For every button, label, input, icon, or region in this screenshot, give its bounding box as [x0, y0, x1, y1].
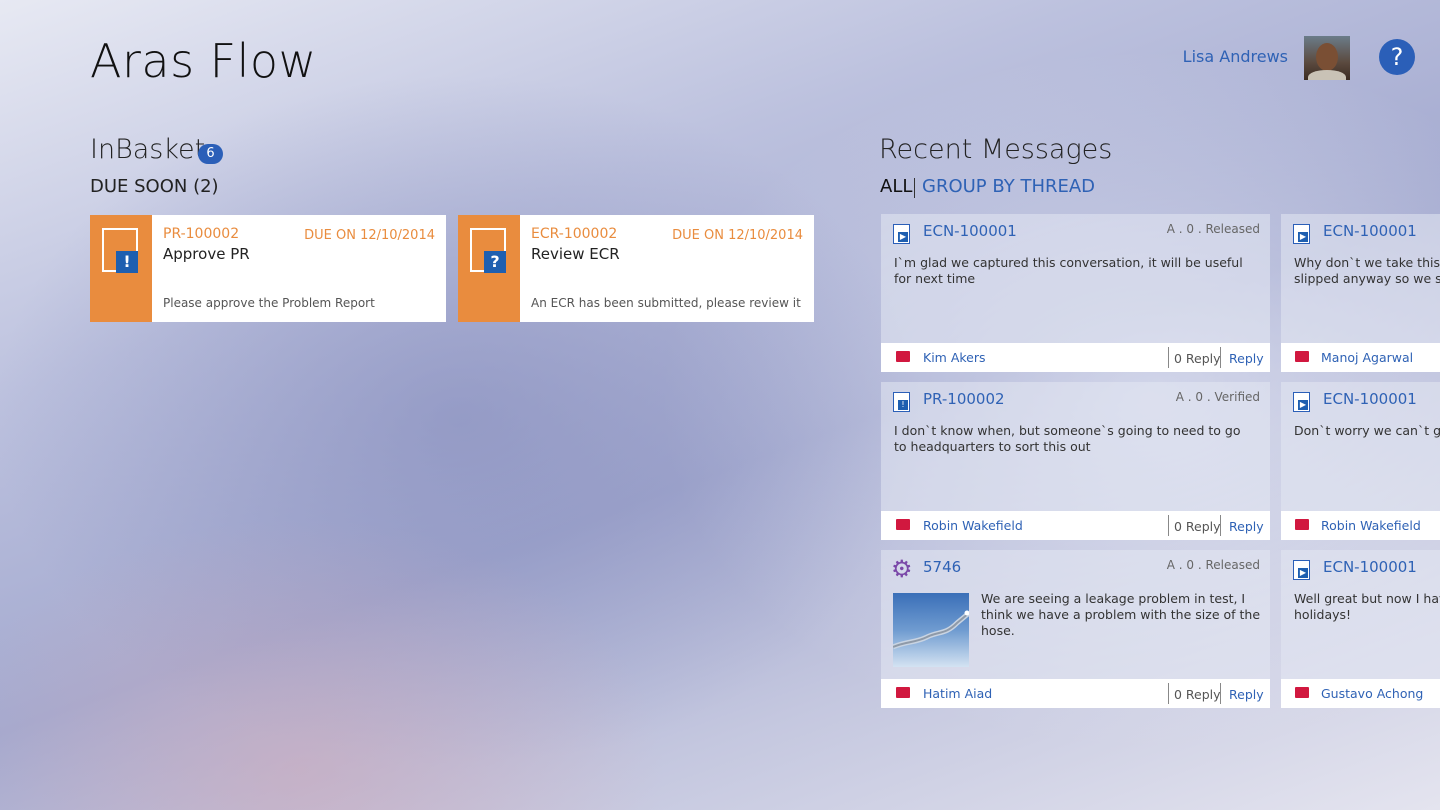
message-footer: Robin Wakefield 0 Reply Reply	[881, 511, 1270, 540]
divider	[1168, 515, 1169, 536]
message-author[interactable]: Robin Wakefield	[923, 518, 1023, 533]
message-text: I don`t know when, but someone`s going t…	[894, 423, 1241, 454]
alert-icon: !	[116, 251, 138, 273]
task-card[interactable]: ! PR-100002 DUE ON 12/10/2014 Approve PR…	[90, 215, 446, 322]
message-item-id[interactable]: ECN-100001	[1323, 222, 1417, 240]
message-footer: Robin Wakefield	[1281, 511, 1440, 540]
gear-icon: ⚙	[891, 555, 913, 583]
divider	[1168, 683, 1169, 704]
message-text-line: slipped anyway so we shou	[1294, 271, 1440, 286]
document-icon: !	[893, 392, 910, 412]
message-status: A . 0 . Verified	[1175, 390, 1260, 404]
message-text-line: Don`t worry we can`t get th	[1294, 423, 1440, 438]
task-card[interactable]: ? ECR-100002 DUE ON 12/10/2014 Review EC…	[458, 215, 814, 322]
due-soon-header: DUE SOON (2)	[90, 176, 219, 197]
filter-all[interactable]: ALL	[880, 176, 912, 197]
reply-button[interactable]: Reply	[1229, 519, 1264, 534]
document-icon: ▶	[1293, 392, 1310, 412]
task-side-bar: ?	[458, 215, 520, 322]
comment-icon	[896, 687, 910, 698]
task-id: PR-100002	[163, 226, 240, 242]
inbasket-count-badge: 6	[198, 144, 223, 164]
task-id: ECR-100002	[531, 226, 618, 242]
message-card[interactable]: ⚙ 5746 A . 0 . Released We are seeing a …	[881, 550, 1270, 708]
message-card[interactable]: ! PR-100002 A . 0 . Verified I don`t kno…	[881, 382, 1270, 540]
inbasket-title[interactable]: InBasket	[90, 134, 205, 165]
message-item-id[interactable]: PR-100002	[923, 390, 1005, 408]
message-card[interactable]: ▶ ECN-100001 Don`t worry we can`t get th…	[1281, 382, 1440, 540]
message-text: We are seeing a leakage problem in test,…	[981, 591, 1261, 638]
message-card[interactable]: ▶ ECN-100001 Well great but now I have t…	[1281, 550, 1440, 708]
task-due-date: DUE ON 12/10/2014	[304, 228, 435, 243]
avatar[interactable]	[1304, 36, 1350, 80]
comment-icon	[896, 519, 910, 530]
document-icon: ▶	[1293, 560, 1310, 580]
message-item-id[interactable]: ECN-100001	[923, 222, 1017, 240]
message-text: I`m glad we captured this conversation, …	[894, 255, 1243, 286]
message-text: Why don`t we take this offli slipped any…	[1294, 255, 1440, 287]
recent-messages-title: Recent Messages	[879, 134, 1113, 165]
divider	[1168, 347, 1169, 368]
play-icon: ▶	[1298, 400, 1308, 410]
message-text: Don`t worry we can`t get th	[1294, 423, 1440, 439]
reply-button[interactable]: Reply	[1229, 687, 1264, 702]
comment-icon	[1295, 687, 1309, 698]
divider	[1220, 515, 1221, 536]
message-text: Well great but now I have t holidays!	[1294, 591, 1440, 623]
message-author[interactable]: Hatim Aiad	[923, 686, 992, 701]
message-author[interactable]: Kim Akers	[923, 350, 986, 365]
play-icon: ▶	[1298, 568, 1308, 578]
message-footer: Gustavo Achong	[1281, 679, 1440, 708]
graph-thumbnail-image	[893, 610, 969, 650]
task-description: Please approve the Problem Report	[163, 296, 375, 310]
message-item-id[interactable]: 5746	[923, 558, 961, 576]
user-name[interactable]: Lisa Andrews	[1178, 47, 1288, 66]
message-author[interactable]: Manoj Agarwal	[1321, 350, 1413, 365]
document-icon: ▶	[893, 224, 910, 244]
task-name: Review ECR	[531, 245, 620, 263]
message-status: A . 0 . Released	[1166, 558, 1260, 572]
reply-count: 0 Reply	[1174, 351, 1221, 366]
app-title: Aras Flow	[90, 34, 317, 88]
message-footer: Kim Akers 0 Reply Reply	[881, 343, 1270, 372]
message-author[interactable]: Gustavo Achong	[1321, 686, 1423, 701]
reply-button[interactable]: Reply	[1229, 351, 1264, 366]
task-side-bar: !	[90, 215, 152, 322]
comment-icon	[1295, 351, 1309, 362]
message-status: A . 0 . Released	[1166, 222, 1260, 236]
message-author[interactable]: Robin Wakefield	[1321, 518, 1421, 533]
message-item-id[interactable]: ECN-100001	[1323, 558, 1417, 576]
play-icon: ▶	[1298, 232, 1308, 242]
question-icon: ?	[484, 251, 506, 273]
filter-group-by-thread[interactable]: GROUP BY THREAD	[922, 176, 1095, 197]
message-card[interactable]: ▶ ECN-100001 Why don`t we take this offl…	[1281, 214, 1440, 372]
reply-count: 0 Reply	[1174, 519, 1221, 534]
avatar-face	[1316, 43, 1338, 71]
play-icon: ▶	[898, 232, 908, 242]
help-button[interactable]: ?	[1379, 39, 1415, 75]
task-name: Approve PR	[163, 245, 250, 263]
message-footer: Hatim Aiad 0 Reply Reply	[881, 679, 1270, 708]
message-text-line: Why don`t we take this offli	[1294, 255, 1440, 270]
divider	[1220, 347, 1221, 368]
message-item-id[interactable]: ECN-100001	[1323, 390, 1417, 408]
avatar-shirt	[1308, 70, 1346, 80]
message-footer: Manoj Agarwal	[1281, 343, 1440, 372]
reply-count: 0 Reply	[1174, 687, 1221, 702]
message-text-line: Well great but now I have t	[1294, 591, 1440, 606]
alert-icon: !	[898, 400, 908, 410]
message-text-line: holidays!	[1294, 607, 1352, 622]
task-due-date: DUE ON 12/10/2014	[672, 228, 803, 243]
attachment-thumbnail[interactable]	[893, 593, 969, 667]
task-description: An ECR has been submitted, please review…	[531, 296, 801, 310]
filter-divider	[914, 178, 915, 198]
comment-icon	[1295, 519, 1309, 530]
document-icon: ▶	[1293, 224, 1310, 244]
comment-icon	[896, 351, 910, 362]
message-card[interactable]: ▶ ECN-100001 A . 0 . Released I`m glad w…	[881, 214, 1270, 372]
divider	[1220, 683, 1221, 704]
